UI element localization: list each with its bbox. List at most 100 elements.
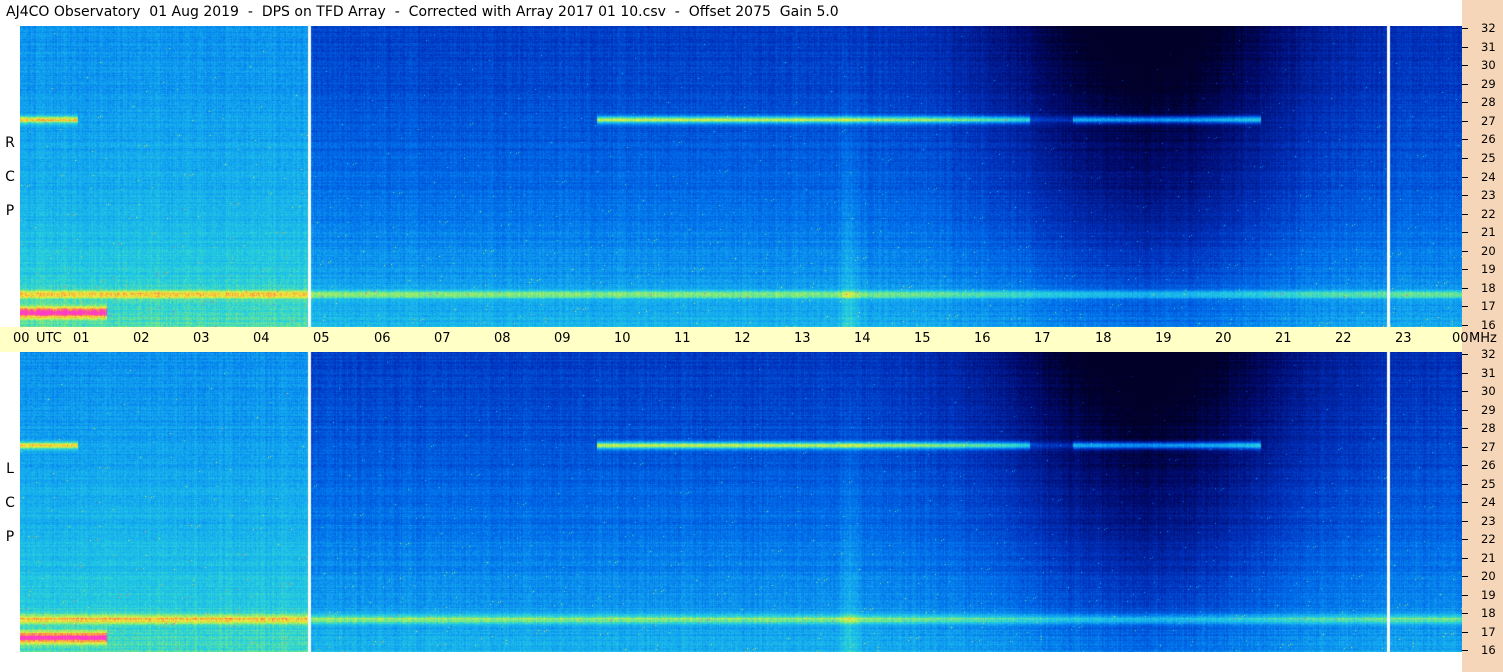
- y-tick: [1462, 502, 1468, 503]
- x-tick-label: 20: [1215, 331, 1232, 346]
- x-tick-label: 18: [1095, 331, 1112, 346]
- y-tick-label: 16: [1481, 318, 1496, 332]
- y-tick-label: 23: [1481, 188, 1496, 202]
- y-tick-label: 22: [1481, 207, 1496, 221]
- y-tick: [1462, 195, 1468, 196]
- y-tick-label: 30: [1481, 58, 1496, 72]
- y-tick-label: 26: [1481, 132, 1496, 146]
- y-tick-label: 19: [1481, 588, 1496, 602]
- y-tick: [1462, 251, 1468, 252]
- y-tick: [1462, 232, 1468, 233]
- y-tick-label: 32: [1481, 347, 1496, 361]
- y-tick-label: 31: [1481, 40, 1496, 54]
- y-tick: [1462, 428, 1468, 429]
- y-tick: [1462, 269, 1468, 270]
- y-tick: [1462, 521, 1468, 522]
- polarization-label-lcp: L C P: [2, 452, 18, 554]
- y-tick: [1462, 102, 1468, 103]
- y-tick: [1462, 139, 1468, 140]
- y-tick: [1462, 354, 1468, 355]
- y-tick-label: 27: [1481, 114, 1496, 128]
- y-tick: [1462, 576, 1468, 577]
- polarization-letter: C: [5, 495, 15, 511]
- y-tick: [1462, 484, 1468, 485]
- x-tick-label: 05: [313, 331, 330, 346]
- x-tick-label: 00: [13, 331, 30, 346]
- y-tick-label: 24: [1481, 170, 1496, 184]
- chart-title: AJ4CO Observatory 01 Aug 2019 - DPS on T…: [6, 4, 839, 20]
- y-tick-label: 18: [1481, 606, 1496, 620]
- y-tick-label: 32: [1481, 21, 1496, 35]
- polarization-letter: L: [6, 461, 14, 477]
- polarization-label-rcp: R C P: [2, 126, 18, 228]
- x-tick-label: 21: [1275, 331, 1292, 346]
- y-tick: [1462, 465, 1468, 466]
- y-tick-label: 17: [1481, 299, 1496, 313]
- y-tick: [1462, 595, 1468, 596]
- x-unit-label: UTC: [36, 331, 62, 346]
- y-tick-label: 18: [1481, 281, 1496, 295]
- x-tick-label: 03: [193, 331, 210, 346]
- y-tick: [1462, 65, 1468, 66]
- x-tick-label: 23: [1395, 331, 1412, 346]
- y-tick: [1462, 84, 1468, 85]
- y-tick: [1462, 391, 1468, 392]
- x-tick-label: 11: [674, 331, 691, 346]
- y-tick-label: 31: [1481, 366, 1496, 380]
- x-tick-label: 15: [914, 331, 931, 346]
- x-tick-label: 07: [434, 331, 451, 346]
- spectrogram-lcp: [20, 352, 1462, 652]
- x-tick-label: 02: [133, 331, 150, 346]
- y-tick: [1462, 613, 1468, 614]
- y-tick: [1462, 214, 1468, 215]
- y-tick: [1462, 28, 1468, 29]
- y-tick: [1462, 447, 1468, 448]
- y-tick-label: 19: [1481, 262, 1496, 276]
- x-tick-label: 16: [974, 331, 991, 346]
- y-tick: [1462, 632, 1468, 633]
- utc-time-axis: [0, 327, 1462, 352]
- x-tick-label: 12: [734, 331, 751, 346]
- y-tick: [1462, 539, 1468, 540]
- y-tick: [1462, 325, 1468, 326]
- y-tick: [1462, 373, 1468, 374]
- x-tick-label: 13: [794, 331, 811, 346]
- x-tick-label: 04: [253, 331, 270, 346]
- polarization-letter: R: [5, 135, 15, 151]
- y-tick-label: 17: [1481, 625, 1496, 639]
- y-tick-label: 28: [1481, 421, 1496, 435]
- bottom-margin: [0, 652, 1462, 672]
- y-tick: [1462, 158, 1468, 159]
- x-tick-label: 17: [1034, 331, 1051, 346]
- y-tick-label: 21: [1481, 225, 1496, 239]
- x-tick-label: 14: [854, 331, 871, 346]
- y-tick-label: 20: [1481, 569, 1496, 583]
- polarization-letter: C: [5, 169, 15, 185]
- y-tick-label: 30: [1481, 384, 1496, 398]
- y-tick-label: 28: [1481, 95, 1496, 109]
- y-tick: [1462, 306, 1468, 307]
- y-tick-label: 22: [1481, 532, 1496, 546]
- polarization-letter: P: [5, 529, 15, 545]
- x-tick-label: 10: [614, 331, 631, 346]
- y-tick: [1462, 650, 1468, 651]
- y-tick: [1462, 47, 1468, 48]
- y-unit-label: MHz: [1469, 331, 1497, 346]
- y-tick: [1462, 288, 1468, 289]
- x-tick-label: 22: [1335, 331, 1352, 346]
- y-tick: [1462, 410, 1468, 411]
- x-tick-label: 09: [554, 331, 571, 346]
- x-tick-label: 00: [1452, 331, 1469, 346]
- spectrogram-rcp: [20, 26, 1462, 327]
- polarization-letter: P: [5, 203, 15, 219]
- x-tick-label: 01: [73, 331, 90, 346]
- y-tick-label: 20: [1481, 244, 1496, 258]
- y-tick-label: 27: [1481, 440, 1496, 454]
- y-tick-label: 25: [1481, 477, 1496, 491]
- x-tick-label: 06: [374, 331, 391, 346]
- y-tick: [1462, 558, 1468, 559]
- y-tick-label: 29: [1481, 77, 1496, 91]
- y-tick-label: 29: [1481, 403, 1496, 417]
- y-tick-label: 26: [1481, 458, 1496, 472]
- x-tick-label: 08: [494, 331, 511, 346]
